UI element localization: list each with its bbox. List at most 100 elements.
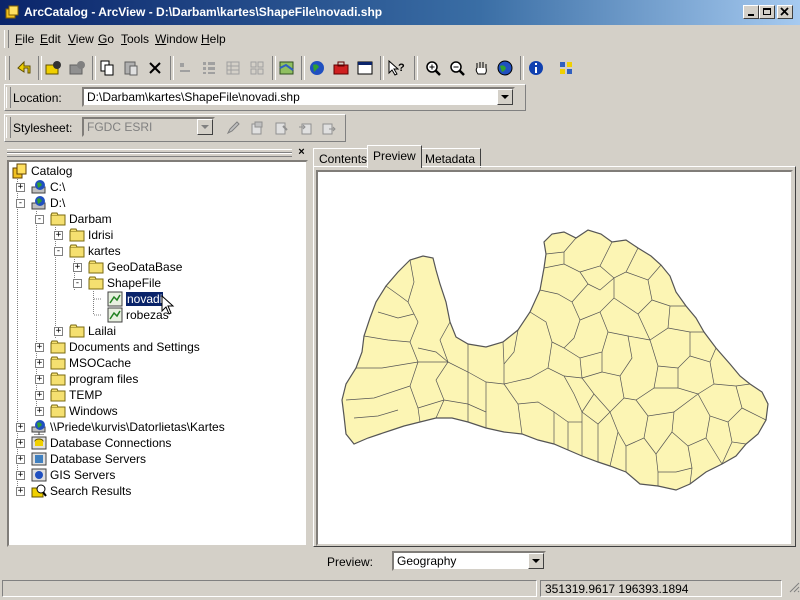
expand-temp-button[interactable]: + bbox=[35, 391, 44, 400]
tree-item-gis-servers[interactable]: GIS Servers bbox=[31, 467, 115, 483]
catalog-tree[interactable]: Catalog + C:\ - D:\ - Darbam + Idrisi - kartes + Ge… bbox=[7, 160, 308, 547]
tree-item-network-kartes[interactable]: \\Priede\kurvis\Datorlietas\Kartes bbox=[31, 419, 225, 435]
tree-item-catalog[interactable]: Catalog bbox=[12, 163, 72, 179]
tree-item-database-connections[interactable]: Database Connections bbox=[31, 435, 171, 451]
thumbnails-button[interactable] bbox=[246, 57, 268, 79]
expand-idrisi-button[interactable]: + bbox=[54, 231, 63, 240]
disconnect-folder-button[interactable] bbox=[66, 57, 88, 79]
zoom-in-button[interactable] bbox=[422, 57, 444, 79]
collapse-kartes-button[interactable]: - bbox=[54, 247, 63, 256]
identify-button[interactable] bbox=[525, 57, 547, 79]
menu-tools[interactable]: Tools bbox=[121, 32, 149, 46]
tree-item-geodatabase[interactable]: GeoDataBase bbox=[88, 259, 182, 275]
tab-preview[interactable]: Preview bbox=[367, 145, 422, 168]
import-metadata-button[interactable] bbox=[294, 117, 316, 139]
metadata-properties-button[interactable] bbox=[246, 117, 268, 139]
tree-item-database-servers[interactable]: Database Servers bbox=[31, 451, 146, 467]
tree-item-msocache[interactable]: MSOCache bbox=[50, 355, 131, 371]
launch-arcmap-button[interactable] bbox=[276, 57, 298, 79]
menu-go[interactable]: Go bbox=[98, 32, 114, 46]
collapse-d-drive-button[interactable]: - bbox=[16, 199, 25, 208]
menu-file[interactable]: File bbox=[15, 32, 34, 46]
export-metadata-button[interactable] bbox=[318, 117, 340, 139]
tab-contents[interactable]: Contents bbox=[313, 148, 374, 168]
expand-lailai-button[interactable]: + bbox=[54, 327, 63, 336]
resize-grip[interactable] bbox=[784, 580, 800, 597]
menu-view[interactable]: View bbox=[68, 32, 94, 46]
expand-program-files-button[interactable]: + bbox=[35, 375, 44, 384]
tree-item-documents-and-settings[interactable]: Documents and Settings bbox=[50, 339, 200, 355]
tree-item-kartes[interactable]: kartes bbox=[69, 243, 121, 259]
expand-c-drive-button[interactable]: + bbox=[16, 183, 25, 192]
tree-item-idrisi[interactable]: Idrisi bbox=[69, 227, 113, 243]
stylesheet-select[interactable]: FGDC ESRI bbox=[82, 117, 215, 137]
expand-search-results-button[interactable]: + bbox=[16, 487, 25, 496]
expand-geodatabase-button[interactable]: + bbox=[73, 263, 82, 272]
zoom-out-button[interactable] bbox=[446, 57, 468, 79]
location-input[interactable]: D:\Darbam\kartes\ShapeFile\novadi.shp bbox=[82, 87, 515, 107]
metadata-toolbar-grip[interactable] bbox=[6, 117, 11, 138]
tree-item-d-drive[interactable]: D:\ bbox=[31, 195, 65, 211]
tab-metadata[interactable]: Metadata bbox=[419, 148, 482, 168]
maximize-button[interactable] bbox=[759, 5, 775, 19]
copy-button[interactable] bbox=[96, 57, 118, 79]
tree-item-darbam[interactable]: Darbam bbox=[50, 211, 112, 227]
title-bar: ArcCatalog - ArcView - D:\Darbam\kartes\… bbox=[0, 0, 800, 25]
close-button[interactable] bbox=[777, 5, 793, 19]
location-toolbar-grip[interactable] bbox=[6, 87, 11, 108]
up-one-level-button[interactable] bbox=[13, 57, 35, 79]
tree-item-label: C:\ bbox=[50, 180, 66, 194]
preview-type-dropdown-button[interactable] bbox=[528, 553, 544, 569]
connect-folder-icon bbox=[45, 61, 61, 75]
delete-button[interactable] bbox=[144, 57, 166, 79]
close-catalog-tree-button[interactable]: × bbox=[296, 147, 307, 158]
expand-gis-servers-button[interactable]: + bbox=[16, 471, 25, 480]
minimize-button[interactable] bbox=[743, 5, 759, 19]
edit-metadata-button[interactable] bbox=[222, 117, 244, 139]
expand-database-servers-button[interactable]: + bbox=[16, 455, 25, 464]
collapse-darbam-button[interactable]: - bbox=[35, 215, 44, 224]
expand-network-kartes-button[interactable]: + bbox=[16, 423, 25, 432]
tree-item-search-results[interactable]: Search Results bbox=[31, 483, 131, 499]
expand-database-connections-button[interactable]: + bbox=[16, 439, 25, 448]
arctoolbox-button[interactable] bbox=[330, 57, 352, 79]
map-preview[interactable] bbox=[316, 170, 793, 546]
menu-help[interactable]: Help bbox=[201, 32, 226, 46]
connect-folder-button[interactable] bbox=[42, 57, 64, 79]
tree-item-lailai[interactable]: Lailai bbox=[69, 323, 116, 339]
stylesheet-dropdown-button[interactable] bbox=[197, 119, 213, 135]
expand-documents-and-settings-button[interactable]: + bbox=[35, 343, 44, 352]
expand-windows-button[interactable]: + bbox=[35, 407, 44, 416]
tree-item-label: ShapeFile bbox=[107, 276, 162, 290]
create-thumbnail-button[interactable] bbox=[555, 57, 577, 79]
menu-window[interactable]: Window bbox=[155, 32, 198, 46]
delete-x-icon bbox=[149, 62, 161, 74]
tree-item-robezas[interactable]: robezas bbox=[107, 307, 169, 323]
tree-item-program-files[interactable]: program files bbox=[50, 371, 138, 387]
create-update-metadata-button[interactable] bbox=[270, 117, 292, 139]
toolbar-grip[interactable] bbox=[5, 56, 10, 80]
tree-item-temp[interactable]: TEMP bbox=[50, 387, 102, 403]
arctoolbox-globe-button[interactable] bbox=[306, 57, 328, 79]
menu-edit[interactable]: Edit bbox=[40, 32, 61, 46]
preview-type-select[interactable]: Geography bbox=[392, 551, 546, 571]
tree-item-novadi[interactable]: novadi bbox=[107, 291, 165, 307]
tree-item-c-drive[interactable]: C:\ bbox=[31, 179, 65, 195]
tree-item-windows[interactable]: Windows bbox=[50, 403, 118, 419]
folder-icon bbox=[50, 340, 66, 354]
tree-item-shapefile[interactable]: ShapeFile bbox=[88, 275, 161, 291]
list-view-button[interactable] bbox=[198, 57, 220, 79]
whats-this-button[interactable]: ? bbox=[385, 57, 407, 79]
details-view-button[interactable] bbox=[222, 57, 244, 79]
paste-button[interactable] bbox=[120, 57, 142, 79]
full-extent-button[interactable] bbox=[494, 57, 516, 79]
info-icon bbox=[529, 61, 543, 75]
pan-button[interactable] bbox=[470, 57, 492, 79]
large-icons-button[interactable] bbox=[174, 57, 196, 79]
location-dropdown-button[interactable] bbox=[497, 89, 513, 105]
expand-msocache-button[interactable]: + bbox=[35, 359, 44, 368]
collapse-shapefile-button[interactable]: - bbox=[73, 279, 82, 288]
menubar-grip[interactable] bbox=[4, 30, 9, 48]
command-line-button[interactable] bbox=[354, 57, 376, 79]
tree-item-label: Lailai bbox=[88, 324, 117, 338]
